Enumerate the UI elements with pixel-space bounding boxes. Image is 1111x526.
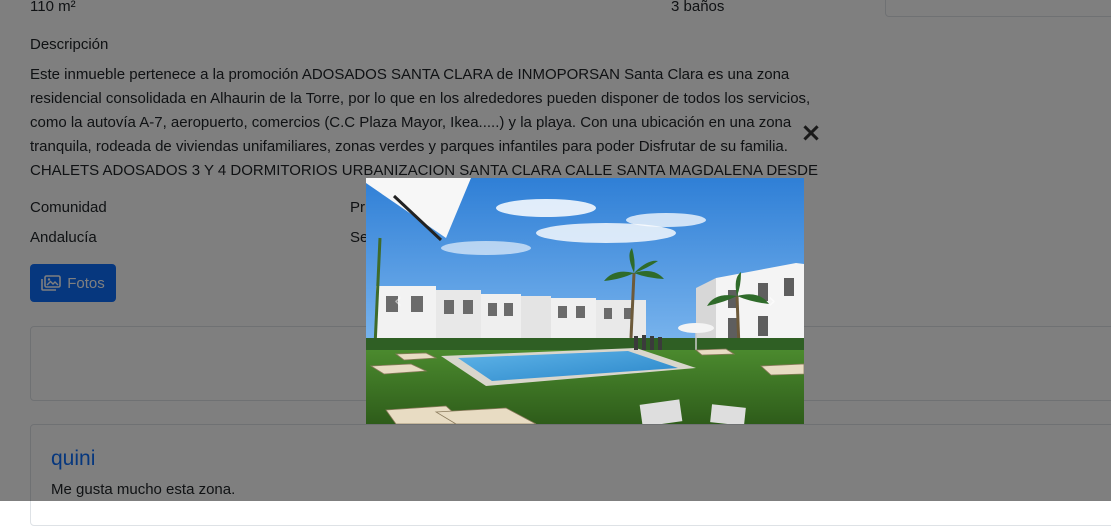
lightbox-image: ‹ › xyxy=(366,178,804,424)
next-image-button[interactable]: › xyxy=(764,290,780,314)
close-icon[interactable]: × xyxy=(800,120,822,146)
property-render-image xyxy=(366,178,804,424)
previous-image-button[interactable]: ‹ xyxy=(390,290,406,314)
